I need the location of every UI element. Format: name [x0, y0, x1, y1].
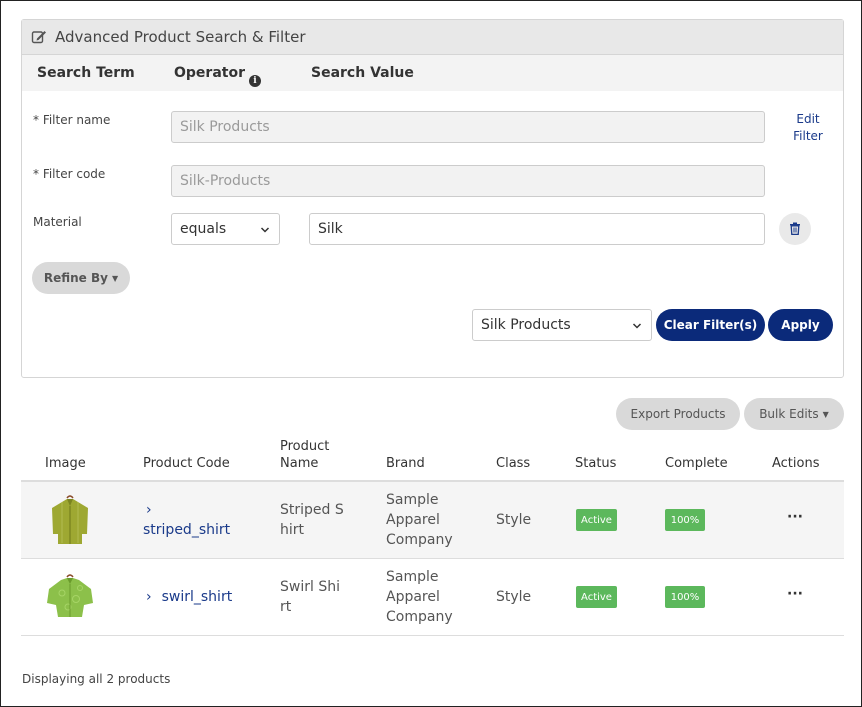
refine-by-label: Refine By: [43, 271, 108, 285]
results-number: 2: [106, 672, 115, 686]
product-code[interactable]: striped_shirt: [143, 520, 230, 540]
product-name: Swirl Shi rt: [280, 577, 340, 617]
results-all: all: [88, 672, 103, 686]
operator-select[interactable]: equals: [171, 213, 280, 245]
header-product-name[interactable]: Product Name: [280, 438, 329, 472]
trash-icon: [789, 220, 801, 239]
complete-badge: 100%: [665, 509, 705, 531]
more-icon[interactable]: ···: [787, 586, 803, 602]
chevron-down-icon: [632, 319, 642, 329]
col-operator: Operator i: [174, 65, 261, 87]
refine-by-button[interactable]: Refine By ▼: [32, 262, 130, 294]
brand-line-3: Company: [386, 609, 453, 625]
table-header: Image Product Code Product Name Brand Cl…: [21, 430, 844, 482]
panel-header: Advanced Product Search & Filter: [22, 20, 843, 55]
saved-filter-value: Silk Products: [481, 317, 571, 333]
caret-down-icon: ▼: [111, 273, 119, 283]
header-product-name-line-2: Name: [280, 456, 319, 471]
results-count: Displaying all 2 products: [22, 672, 170, 686]
product-name-line-2: rt: [280, 599, 292, 615]
product-name: Striped S hirt: [280, 500, 344, 540]
export-products-button[interactable]: Export Products: [616, 398, 740, 430]
table-row[interactable]: › striped_shirt Striped S hirt Sample Ap…: [21, 482, 844, 559]
info-icon[interactable]: i: [248, 75, 261, 87]
product-name-line-1: Striped S: [280, 502, 344, 518]
product-name-line-1: Swirl Shi: [280, 579, 340, 595]
complete-badge: 100%: [665, 586, 705, 608]
header-product-code[interactable]: Product Code: [143, 455, 230, 472]
header-brand[interactable]: Brand: [386, 455, 425, 472]
filter-code-label: * Filter code: [33, 167, 106, 181]
edit-icon: [31, 29, 47, 45]
chevron-right-icon[interactable]: ›: [143, 589, 152, 605]
table-row[interactable]: › swirl_shirt Swirl Shi rt Sample Apparel…: [21, 559, 844, 636]
advanced-search-panel: Advanced Product Search & Filter Search …: [21, 19, 844, 378]
apply-button[interactable]: Apply: [768, 309, 833, 341]
filter-name-input[interactable]: Silk Products: [171, 111, 765, 143]
caret-down-icon: ▼: [822, 409, 829, 419]
filter-name-label: * Filter name: [33, 113, 111, 127]
brand-line-1: Sample: [386, 569, 439, 585]
status-badge: Active: [576, 586, 617, 608]
results-suffix: products: [114, 672, 171, 686]
edit-filter-link[interactable]: Edit Filter: [787, 111, 829, 145]
brand-line-3: Company: [386, 532, 453, 548]
saved-filter-select[interactable]: Silk Products: [472, 309, 652, 341]
product-code-link[interactable]: › swirl_shirt: [143, 587, 232, 607]
brand-line-2: Apparel: [386, 589, 440, 605]
header-status[interactable]: Status: [575, 455, 616, 472]
clear-filters-button[interactable]: Clear Filter(s): [656, 309, 765, 341]
status-badge: Active: [576, 509, 617, 531]
panel-title: Advanced Product Search & Filter: [55, 28, 306, 46]
product-code-link[interactable]: › striped_shirt: [143, 500, 230, 540]
results-prefix: Displaying: [22, 672, 89, 686]
operator-select-value: equals: [180, 221, 227, 237]
header-actions: Actions: [772, 456, 820, 471]
material-label: Material: [33, 215, 82, 229]
bulk-edits-button[interactable]: Bulk Edits ▼: [744, 398, 844, 430]
brand-line-1: Sample: [386, 492, 439, 508]
col-operator-label: Operator: [174, 65, 245, 81]
col-search-value: Search Value: [311, 65, 414, 81]
filter-code-input[interactable]: Silk-Products: [171, 165, 765, 197]
chevron-right-icon[interactable]: ›: [143, 500, 230, 520]
header-product-name-line-1: Product: [280, 439, 330, 454]
delete-condition-button[interactable]: [779, 213, 811, 245]
header-image: Image: [45, 456, 86, 471]
material-value-input[interactable]: Silk: [309, 213, 765, 245]
header-class[interactable]: Class: [496, 455, 530, 472]
col-search-term: Search Term: [37, 65, 135, 81]
header-complete[interactable]: Complete: [665, 455, 728, 472]
more-icon[interactable]: ···: [787, 509, 803, 525]
bulk-edits-label: Bulk Edits: [759, 407, 819, 421]
class: Style: [496, 589, 532, 605]
product-name-line-2: hirt: [280, 522, 305, 538]
shirt-thumbnail[interactable]: [49, 494, 91, 550]
filter-column-headers: Search Term Operator i Search Value: [22, 55, 843, 91]
edit-filter-line-2: Filter: [793, 129, 823, 143]
shirt-thumbnail[interactable]: [46, 573, 94, 623]
edit-filter-line-1: Edit: [796, 112, 820, 126]
chevron-down-icon: [260, 223, 270, 233]
brand: Sample Apparel Company: [386, 490, 453, 550]
product-code[interactable]: swirl_shirt: [162, 589, 233, 605]
class: Style: [496, 512, 532, 528]
brand: Sample Apparel Company: [386, 567, 453, 627]
brand-line-2: Apparel: [386, 512, 440, 528]
